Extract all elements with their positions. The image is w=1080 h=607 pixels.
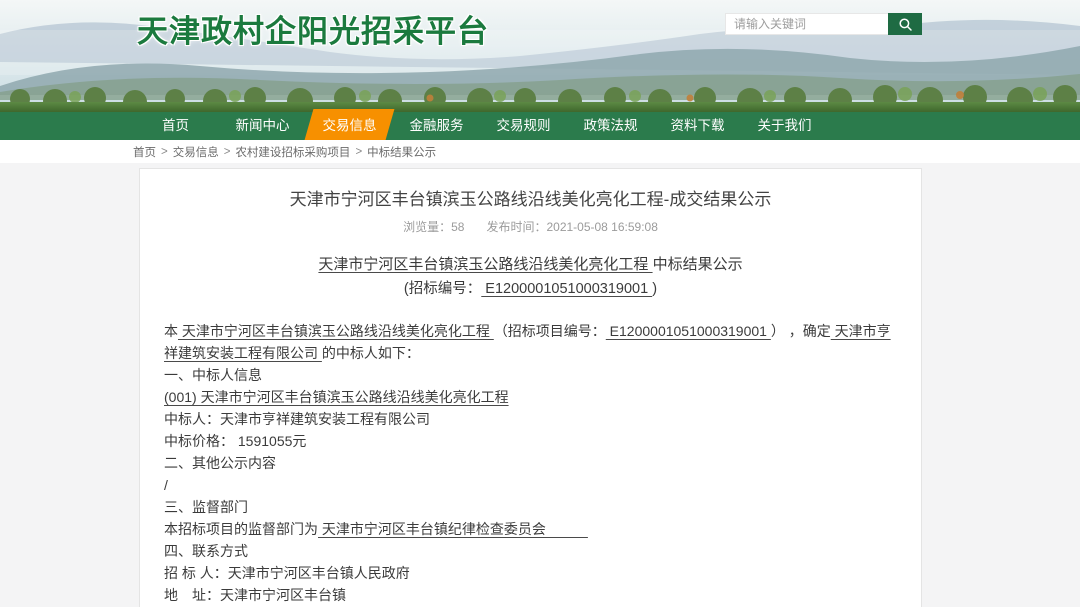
- main-area: 天津市宁河区丰台镇滨玉公路线沿线美化亮化工程-成交结果公示 浏览量：58 发布时间…: [0, 163, 1080, 607]
- nav-item-label: 金融服务: [410, 118, 464, 133]
- body-line: 一、中标人信息: [164, 364, 897, 386]
- breadcrumb-separator: >: [355, 146, 362, 158]
- text-segment: 天津市宁河区丰台镇纪律检查委员会: [318, 521, 588, 537]
- nav-item-finance[interactable]: 金融服务: [393, 112, 480, 140]
- nav-item-label: 关于我们: [758, 118, 812, 133]
- body-line: 本招标项目的监督部门为 天津市宁河区丰台镇纪律检查委员会: [164, 518, 897, 540]
- search-input[interactable]: [725, 13, 888, 35]
- nav-item-policy[interactable]: 政策法规: [567, 112, 654, 140]
- breadcrumb-item-rural-projects[interactable]: 农村建设招标采购项目: [235, 144, 350, 160]
- hero-banner: 天津政村企阳光招采平台: [0, 0, 1080, 112]
- body-line: 三、监督部门: [164, 496, 897, 518]
- body-line: 中标价格： 1591055元: [164, 430, 897, 452]
- nav-item-home[interactable]: 首页: [132, 112, 219, 140]
- breadcrumb-separator: >: [224, 146, 231, 158]
- text-segment: 中标结果公示: [653, 256, 743, 273]
- text-segment: 本: [164, 323, 178, 339]
- article-body: 本 天津市宁河区丰台镇滨玉公路线沿线美化亮化工程 （招标项目编号： E12000…: [164, 320, 897, 606]
- breadcrumb-separator: >: [161, 146, 168, 158]
- text-segment: 天津市宁河区丰台镇滨玉公路线沿线美化亮化工程: [178, 323, 494, 339]
- breadcrumb-item-home[interactable]: 首页: [133, 144, 156, 160]
- body-line: 四、联系方式: [164, 540, 897, 562]
- text-segment: 的中标人如下：: [322, 345, 420, 361]
- main-nav: 首页 新闻中心 交易信息 金融服务 交易规则 政策法规 资料下载 关于我们: [0, 112, 1080, 140]
- nav-item-trade-info[interactable]: 交易信息: [306, 112, 393, 140]
- nav-item-downloads[interactable]: 资料下载: [654, 112, 741, 140]
- search-icon: [898, 17, 913, 32]
- text-segment: E1200001051000319001: [481, 281, 652, 297]
- nav-item-label: 新闻中心: [236, 118, 290, 133]
- text-segment: 二、其他公示内容: [164, 455, 276, 471]
- text-segment: ): [652, 281, 657, 297]
- text-segment: 中标价格： 1591055元: [164, 433, 306, 449]
- views-count: 58: [451, 220, 464, 234]
- nav-item-label: 交易规则: [497, 118, 551, 133]
- body-line: /: [164, 474, 897, 496]
- breadcrumb-item-trade-info[interactable]: 交易信息: [173, 144, 219, 160]
- text-segment: （招标项目编号：: [494, 323, 606, 339]
- nav-item-news[interactable]: 新闻中心: [219, 112, 306, 140]
- body-line: (001) 天津市宁河区丰台镇滨玉公路线沿线美化亮化工程: [164, 386, 897, 408]
- text-segment: 中标人：天津市亨祥建筑安装工程有限公司: [164, 411, 430, 427]
- content-card: 天津市宁河区丰台镇滨玉公路线沿线美化亮化工程-成交结果公示 浏览量：58 发布时间…: [139, 168, 922, 607]
- breadcrumb: 首页 > 交易信息 > 农村建设招标采购项目 > 中标结果公示: [0, 140, 1080, 163]
- subtitle-line-1: 天津市宁河区丰台镇滨玉公路线沿线美化亮化工程 中标结果公示: [164, 253, 897, 277]
- text-segment: /: [164, 477, 168, 493]
- body-line: 中标人：天津市亨祥建筑安装工程有限公司: [164, 408, 897, 430]
- text-segment: 本招标项目的监督部门为: [164, 521, 318, 537]
- site-title: 天津政村企阳光招采平台: [137, 6, 489, 51]
- text-segment: 地 址：天津市宁河区丰台镇: [164, 587, 346, 603]
- nav-item-trade-rules[interactable]: 交易规则: [480, 112, 567, 140]
- text-segment: (001) 天津市宁河区丰台镇滨玉公路线沿线美化亮化工程: [164, 389, 509, 405]
- text-segment: 招 标 人：天津市宁河区丰台镇人民政府: [164, 565, 410, 581]
- body-line: 招 标 人：天津市宁河区丰台镇人民政府: [164, 562, 897, 584]
- search-button[interactable]: [888, 13, 922, 35]
- nav-item-label: 资料下载: [671, 118, 725, 133]
- nav-item-about[interactable]: 关于我们: [741, 112, 828, 140]
- body-line: 地 址：天津市宁河区丰台镇: [164, 584, 897, 606]
- text-segment: E1200001051000319001: [606, 323, 771, 339]
- breadcrumb-item-current: 中标结果公示: [367, 144, 436, 160]
- article-title: 天津市宁河区丰台镇滨玉公路线沿线美化亮化工程-成交结果公示: [164, 188, 897, 212]
- text-segment: 一、中标人信息: [164, 367, 262, 383]
- text-segment: ） ，确定: [771, 323, 831, 339]
- article-meta: 浏览量：58 发布时间：2021-05-08 16:59:08: [164, 219, 897, 235]
- text-segment: 四、联系方式: [164, 543, 248, 559]
- nav-item-label: 首页: [162, 118, 189, 133]
- text-segment: 三、监督部门: [164, 499, 248, 515]
- views-label: 浏览量：: [403, 220, 451, 234]
- publish-time: 2021-05-08 16:59:08: [546, 220, 657, 234]
- text-segment: (招标编号：: [404, 281, 481, 297]
- body-line: 本 天津市宁河区丰台镇滨玉公路线沿线美化亮化工程 （招标项目编号： E12000…: [164, 320, 897, 364]
- subtitle-line-2: (招标编号： E1200001051000319001 ): [164, 277, 897, 301]
- nav-item-label: 交易信息: [323, 118, 377, 133]
- nav-item-label: 政策法规: [584, 118, 638, 133]
- body-line: 二、其他公示内容: [164, 452, 897, 474]
- publish-label: 发布时间：: [486, 220, 546, 234]
- search-bar: [725, 13, 922, 35]
- text-segment: 天津市宁河区丰台镇滨玉公路线沿线美化亮化工程: [318, 256, 652, 273]
- notice-subtitle: 天津市宁河区丰台镇滨玉公路线沿线美化亮化工程 中标结果公示 (招标编号： E12…: [164, 253, 897, 301]
